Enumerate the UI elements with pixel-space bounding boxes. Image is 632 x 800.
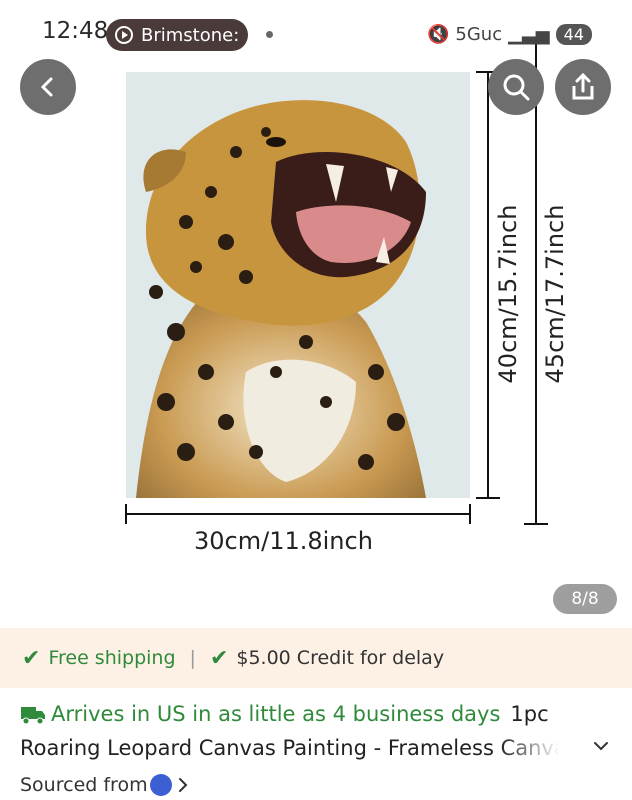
notification-dot <box>266 31 273 38</box>
status-bar: 12:48 Brimstone: 🔇 5Guc ▁▃▅ 44 <box>0 0 632 66</box>
share-icon <box>572 72 594 100</box>
free-shipping-label: Free shipping <box>48 647 176 669</box>
arrival-info: Arrives in US in as little as 4 business… <box>20 702 549 726</box>
sourced-from-row[interactable]: Sourced from <box>20 774 190 796</box>
credit-label: $5.00 Credit for delay <box>236 647 445 669</box>
battery-indicator: 44 <box>555 24 592 45</box>
share-button[interactable] <box>555 59 611 115</box>
signal-icon: ▁▃▅ <box>508 24 550 45</box>
sourced-from-label: Sourced from <box>20 774 148 796</box>
divider: | <box>189 647 196 669</box>
width-label: 30cm/11.8inch <box>194 527 373 555</box>
title-fade <box>500 736 560 764</box>
check-icon: ✔ <box>22 645 41 671</box>
product-title[interactable]: Roaring Leopard Canvas Painting - Framel… <box>20 736 560 760</box>
arrival-text: Arrives in US in as little as 4 business… <box>51 702 501 726</box>
back-button[interactable] <box>20 59 76 115</box>
play-icon <box>115 26 133 44</box>
frame-height-label: 45cm/17.7inch <box>541 204 569 384</box>
search-button[interactable] <box>488 59 544 115</box>
search-icon <box>503 74 530 101</box>
quantity-label: 1pc <box>510 702 549 726</box>
network-label: 5Guc <box>455 24 503 45</box>
system-icons: 🔇 5Guc ▁▃▅ 44 <box>427 24 592 45</box>
status-time: 12:48 <box>42 18 109 44</box>
app-pill-label: Brimstone: <box>141 24 240 46</box>
mute-icon: 🔇 <box>426 24 450 45</box>
source-badge-icon <box>149 774 172 796</box>
check-icon: ✔ <box>209 645 229 671</box>
height-label: 40cm/15.7inch <box>494 204 522 384</box>
delivery-truck-icon <box>21 707 45 725</box>
app-pill[interactable]: Brimstone: <box>106 19 248 51</box>
chevron-left-icon <box>40 77 53 97</box>
shipping-info-bar[interactable]: ✔ Free shipping | ✔ $5.00 Credit for del… <box>0 628 632 688</box>
image-counter: 8/8 <box>553 584 617 614</box>
chevron-down-icon <box>594 742 608 751</box>
chevron-right-icon <box>178 778 187 792</box>
expand-title-button[interactable] <box>592 736 610 760</box>
